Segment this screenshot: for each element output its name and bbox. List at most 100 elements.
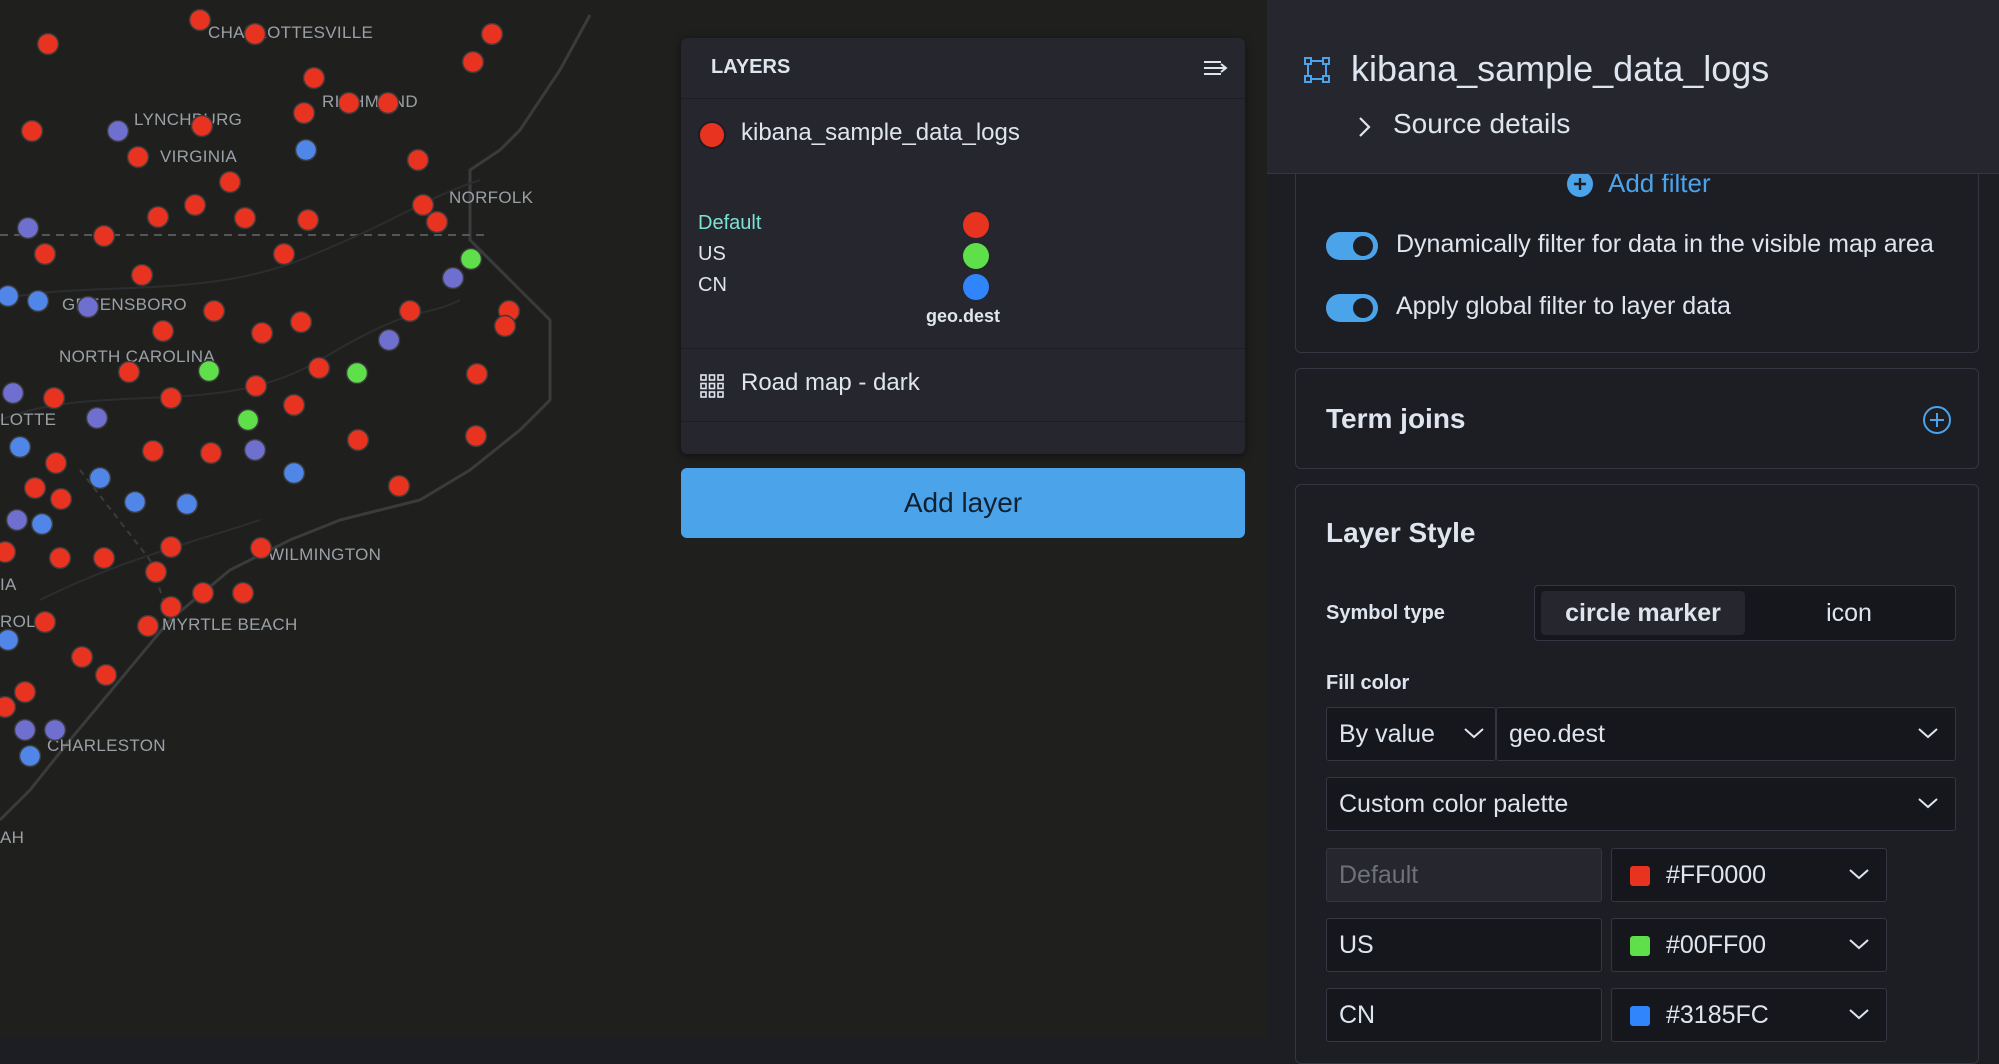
map-point[interactable] — [377, 328, 401, 352]
map-point[interactable] — [345, 361, 369, 385]
map-point[interactable] — [23, 476, 47, 500]
map-point[interactable] — [146, 205, 170, 229]
stop-color-picker-cn[interactable]: #3185FC — [1611, 988, 1887, 1042]
map-point[interactable] — [26, 289, 50, 313]
map-point[interactable] — [199, 441, 223, 465]
map-point[interactable] — [151, 319, 175, 343]
map-point[interactable] — [236, 408, 260, 432]
stop-term-input-us[interactable]: US — [1326, 918, 1602, 972]
map-point[interactable] — [33, 610, 57, 634]
map-point[interactable] — [233, 206, 257, 230]
layer-row-kibana-logs[interactable]: kibana_sample_data_logs — [681, 98, 1245, 165]
fill-color-field-select[interactable]: geo.dest — [1496, 707, 1956, 761]
map-point[interactable] — [16, 216, 40, 240]
map-point[interactable] — [398, 299, 422, 323]
map-point[interactable] — [106, 119, 130, 143]
map-point[interactable] — [387, 474, 411, 498]
map-point[interactable] — [70, 645, 94, 669]
map-point[interactable] — [294, 138, 318, 162]
map-point[interactable] — [243, 438, 267, 462]
map-point[interactable] — [30, 512, 54, 536]
color-palette-select[interactable]: Custom color palette — [1326, 777, 1956, 831]
map-point[interactable] — [231, 581, 255, 605]
map-point[interactable] — [13, 680, 37, 704]
map-point[interactable] — [191, 581, 215, 605]
stop-term-input-cn[interactable]: CN — [1326, 988, 1602, 1042]
add-layer-button[interactable]: Add layer — [681, 468, 1245, 538]
symbol-option-icon[interactable]: icon — [1747, 591, 1951, 635]
map-point[interactable] — [464, 424, 488, 448]
map-point[interactable] — [0, 284, 20, 308]
map-point[interactable] — [376, 91, 400, 115]
map-point[interactable] — [296, 208, 320, 232]
toggle-global-filter[interactable] — [1326, 294, 1378, 322]
map-point[interactable] — [461, 50, 485, 74]
map-point[interactable] — [159, 535, 183, 559]
map-point[interactable] — [8, 435, 32, 459]
map-point[interactable] — [20, 119, 44, 143]
map-point[interactable] — [36, 32, 60, 56]
map-point[interactable] — [302, 66, 326, 90]
map-point[interactable] — [282, 393, 306, 417]
map-point[interactable] — [183, 193, 207, 217]
map-point[interactable] — [159, 595, 183, 619]
map-point[interactable] — [123, 490, 147, 514]
map-point[interactable] — [289, 310, 313, 334]
map-point[interactable] — [337, 91, 361, 115]
map-point[interactable] — [44, 451, 68, 475]
map-point[interactable] — [465, 362, 489, 386]
map-point[interactable] — [94, 663, 118, 687]
map-point[interactable] — [411, 193, 435, 217]
map-point[interactable] — [292, 101, 316, 125]
map-point[interactable] — [202, 299, 226, 323]
map-point[interactable] — [141, 439, 165, 463]
map-point[interactable] — [136, 614, 160, 638]
map-point[interactable] — [5, 508, 29, 532]
map-point[interactable] — [249, 536, 273, 560]
chevron-right-icon[interactable] — [1355, 114, 1375, 140]
stop-color-picker-default[interactable]: #FF0000 — [1611, 848, 1887, 902]
map-point[interactable] — [13, 718, 37, 742]
map-point[interactable] — [346, 428, 370, 452]
map-point[interactable] — [49, 487, 73, 511]
map-point[interactable] — [1, 381, 25, 405]
stop-color-picker-us[interactable]: #00FF00 — [1611, 918, 1887, 972]
map-point[interactable] — [243, 22, 267, 46]
fill-color-mode-select[interactable]: By value — [1326, 707, 1496, 761]
stop-term-input-default[interactable]: Default — [1326, 848, 1602, 902]
map-point[interactable] — [197, 359, 221, 383]
map-point[interactable] — [144, 560, 168, 584]
layer-row-road-map[interactable]: Road map - dark — [681, 348, 1245, 422]
map-point[interactable] — [43, 718, 67, 742]
map-point[interactable] — [441, 266, 465, 290]
map-point[interactable] — [406, 148, 430, 172]
collapse-right-icon[interactable] — [1201, 54, 1229, 82]
add-join-icon[interactable] — [1922, 405, 1952, 435]
map-point[interactable] — [42, 386, 66, 410]
map-points[interactable] — [0, 8, 521, 768]
map-point[interactable] — [76, 295, 100, 319]
map-point[interactable] — [218, 170, 242, 194]
map-point[interactable] — [85, 406, 109, 430]
map-point[interactable] — [92, 546, 116, 570]
map-point[interactable] — [250, 321, 274, 345]
map-point[interactable] — [188, 8, 212, 32]
map-point[interactable] — [175, 492, 199, 516]
map-point[interactable] — [307, 356, 331, 380]
toggle-dynamic-filter[interactable] — [1326, 232, 1378, 260]
map-point[interactable] — [126, 145, 150, 169]
map-point[interactable] — [33, 242, 57, 266]
map-point[interactable] — [425, 210, 449, 234]
map-point[interactable] — [117, 360, 141, 384]
map-point[interactable] — [244, 374, 268, 398]
map-point[interactable] — [0, 628, 20, 652]
source-details-toggle[interactable]: Source details — [1393, 108, 1570, 140]
map-point[interactable] — [48, 546, 72, 570]
map-point[interactable] — [459, 247, 483, 271]
map-point[interactable] — [159, 386, 183, 410]
symbol-option-circle-marker[interactable]: circle marker — [1541, 591, 1745, 635]
map-point[interactable] — [0, 540, 17, 564]
map-point[interactable] — [130, 263, 154, 287]
map-point[interactable] — [272, 242, 296, 266]
map-point[interactable] — [92, 224, 116, 248]
